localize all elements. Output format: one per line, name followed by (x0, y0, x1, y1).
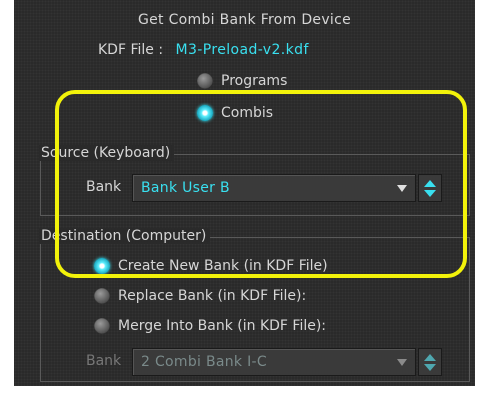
dropdown-arrow-icon (397, 358, 407, 366)
dialog-title: Get Combi Bank From Device (137, 12, 352, 28)
radio-button-icon[interactable] (94, 318, 110, 334)
destination-bank-select[interactable]: 2 Combi Bank I-C (132, 348, 416, 376)
dropdown-arrow-icon (397, 184, 407, 192)
stepper-up-icon[interactable] (424, 179, 436, 187)
radio-combis-label: Combis (221, 105, 274, 121)
radio-combis[interactable]: Combis (197, 105, 273, 121)
source-bank-select[interactable]: Bank User B (132, 174, 416, 202)
destination-bank-value: 2 Combi Bank I-C (141, 354, 267, 370)
radio-create-new-bank[interactable]: Create New Bank (in KDF File) (94, 258, 328, 274)
stepper-down-icon[interactable] (424, 189, 436, 197)
radio-button-icon[interactable] (94, 288, 110, 304)
radio-button-icon[interactable] (197, 73, 213, 89)
kdf-file-name: M3-Preload-v2.kdf (175, 42, 309, 58)
destination-group-label: Destination (Computer) (39, 228, 211, 244)
source-group-label: Source (Keyboard) (39, 145, 175, 161)
radio-programs-label: Programs (221, 73, 288, 89)
radio-button-selected-icon[interactable] (94, 258, 110, 274)
destination-bank-label: Bank (86, 353, 122, 369)
kdf-file-row: KDF File : M3-Preload-v2.kdf (98, 42, 309, 58)
radio-programs[interactable]: Programs (197, 73, 287, 89)
radio-replace-bank[interactable]: Replace Bank (in KDF File): (94, 288, 306, 304)
radio-create-new-label: Create New Bank (in KDF File) (118, 258, 328, 274)
stepper-down-icon[interactable] (424, 363, 436, 371)
radio-merge-label: Merge Into Bank (in KDF File): (118, 318, 327, 334)
kdf-file-label: KDF File : (98, 42, 164, 58)
radio-replace-label: Replace Bank (in KDF File): (118, 288, 307, 304)
radio-merge-bank[interactable]: Merge Into Bank (in KDF File): (94, 318, 326, 334)
radio-button-selected-icon[interactable] (197, 105, 213, 121)
source-bank-stepper[interactable] (418, 174, 442, 202)
get-combi-bank-dialog: Get Combi Bank From Device KDF File : M3… (14, 0, 475, 386)
stepper-up-icon[interactable] (424, 353, 436, 361)
source-bank-label: Bank (86, 179, 122, 195)
source-bank-value: Bank User B (141, 180, 230, 196)
destination-bank-stepper[interactable] (418, 348, 442, 376)
